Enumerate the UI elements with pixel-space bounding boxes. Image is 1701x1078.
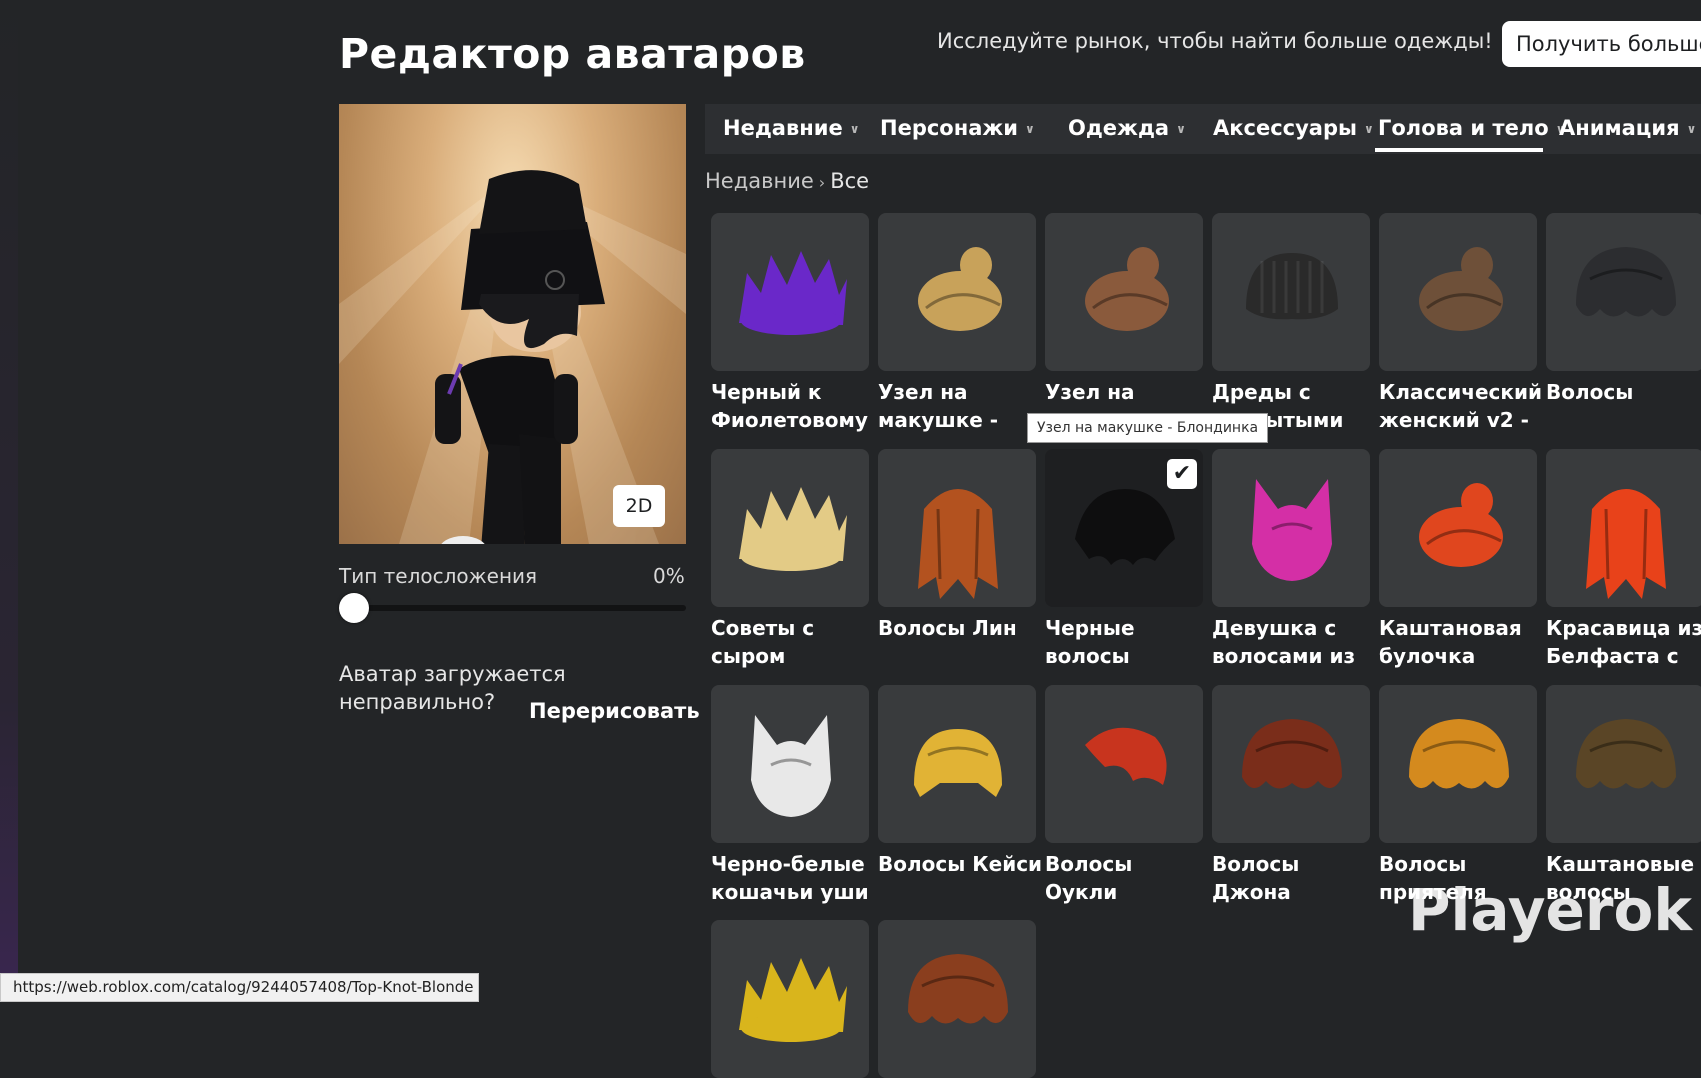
item-tile[interactable] (878, 685, 1036, 843)
item-name[interactable]: Классический женский v2 - (1379, 378, 1544, 434)
hair-belfast-icon (1546, 449, 1701, 607)
item-name[interactable]: Волосы Джона (1212, 850, 1377, 906)
active-tab-indicator (1375, 148, 1543, 152)
redraw-button[interactable]: Перерисовать (529, 699, 700, 723)
tab-characters[interactable]: Персонажи ∨ (880, 104, 1035, 154)
tab-label: Аксессуары (1213, 116, 1357, 140)
item-tile[interactable] (1546, 449, 1701, 607)
item-tile[interactable] (1379, 449, 1537, 607)
hair-top-knot-blonde-icon (878, 213, 1036, 371)
hair-top-knot-brown-icon (1045, 213, 1203, 371)
item-name[interactable]: Черно-белые кошачьи уши (711, 850, 876, 906)
item-tile[interactable] (878, 449, 1036, 607)
chevron-down-icon: ∨ (1686, 122, 1697, 136)
hair-classic-female-icon (1379, 213, 1537, 371)
hair-black-icon (1546, 213, 1701, 371)
item-tile[interactable] (878, 213, 1036, 371)
item-tile[interactable] (711, 685, 869, 843)
hair-oakley-icon (1045, 685, 1203, 843)
tab-clothing[interactable]: Одежда ∨ (1068, 104, 1186, 154)
hair-pink-cat-icon (1212, 449, 1370, 607)
tab-accessories[interactable]: Аксессуары ∨ (1213, 104, 1374, 154)
breadcrumb-parent[interactable]: Недавние (705, 169, 814, 193)
item-tile[interactable] (1045, 685, 1203, 843)
hair-buddy-icon (1379, 685, 1537, 843)
body-type-slider-thumb[interactable] (339, 593, 369, 623)
tab-label: Персонажи (880, 116, 1019, 140)
item-name[interactable]: Девушка с волосами из (1212, 614, 1377, 670)
left-edge-strip (0, 0, 18, 1000)
breadcrumb-current: Все (830, 169, 870, 193)
chevron-down-icon: ∨ (849, 122, 860, 136)
item-tile[interactable] (1546, 685, 1701, 843)
chevron-down-icon: ∨ (1363, 122, 1374, 136)
item-name[interactable]: Волосы Кейси (878, 850, 1043, 878)
item-tile[interactable] (1379, 685, 1537, 843)
checkmark-icon: ✔ (1167, 459, 1197, 489)
watermark: Playerok (1408, 876, 1692, 944)
avatar-figure (339, 170, 686, 544)
tab-label: Недавние (723, 116, 843, 140)
item-name[interactable]: Черные волосы (1045, 614, 1210, 670)
body-type-slider[interactable] (339, 605, 686, 611)
hair-dreads-icon (1212, 213, 1370, 371)
body-type-value: 0% (653, 564, 685, 588)
promo-text: Исследуйте рынок, чтобы найти больше оде… (937, 29, 1493, 53)
status-bar-url: https://web.roblox.com/catalog/924405740… (0, 973, 479, 1002)
hair-chestnut-bun-icon (1379, 449, 1537, 607)
hair-john-icon (1212, 685, 1370, 843)
hair-cheese-tips-icon (711, 449, 869, 607)
item-name[interactable]: Красавица из Белфаста с (1546, 614, 1701, 670)
item-name[interactable]: Каштановая булочка (1379, 614, 1544, 670)
toggle-2d-button[interactable]: 2D (613, 485, 665, 527)
item-name[interactable]: Советы с сыром (711, 614, 876, 670)
item-tile[interactable] (1212, 685, 1370, 843)
hair-black-purple-icon (711, 213, 869, 371)
page-title: Редактор аватаров (339, 30, 806, 78)
item-tile[interactable] (878, 920, 1036, 1078)
item-tile[interactable] (1045, 213, 1203, 371)
hair-chestnut-icon (1546, 685, 1701, 843)
hair-kacey-icon (878, 685, 1036, 843)
get-more-button[interactable]: Получить больше (1502, 21, 1701, 67)
tab-head-and-body[interactable]: Голова и тело ∨ (1378, 104, 1565, 154)
hair-yellow-spiky-icon (711, 920, 869, 1078)
item-tooltip: Узел на макушке - Блондинка (1027, 413, 1269, 443)
tab-label: Голова и тело (1378, 116, 1549, 140)
item-name[interactable]: Узел на (1045, 378, 1210, 406)
item-tile[interactable] (1212, 213, 1370, 371)
item-name[interactable]: Волосы Лин (878, 614, 1043, 642)
body-type-label: Тип телосложения (339, 564, 538, 588)
item-tile[interactable] (711, 449, 869, 607)
tab-recent[interactable]: Недавние ∨ (723, 104, 859, 154)
hair-brown-icon (878, 920, 1036, 1078)
tab-label: Одежда (1068, 116, 1170, 140)
tab-label: Анимация (1559, 116, 1680, 140)
item-name[interactable]: Узел на макушке - (878, 378, 1043, 434)
tab-animation[interactable]: Анимация ∨ (1559, 104, 1696, 154)
item-name[interactable]: Волосы (1546, 378, 1701, 406)
hair-lin-icon (878, 449, 1036, 607)
item-tile[interactable] (1546, 213, 1701, 371)
chevron-down-icon: ∨ (1025, 122, 1035, 136)
avatar-preview[interactable] (339, 104, 686, 544)
chevron-down-icon: ∨ (1176, 122, 1186, 136)
hair-cat-ears-icon (711, 685, 869, 843)
item-name[interactable]: Черный к Фиолетовому (711, 378, 876, 434)
item-tile[interactable] (711, 213, 869, 371)
breadcrumb: Недавние › Все (705, 169, 869, 193)
item-tile[interactable] (1212, 449, 1370, 607)
item-tile[interactable] (1379, 213, 1537, 371)
item-tile[interactable] (711, 920, 869, 1078)
chevron-right-icon: › (818, 173, 826, 192)
item-name[interactable]: Волосы Оукли (1045, 850, 1210, 906)
